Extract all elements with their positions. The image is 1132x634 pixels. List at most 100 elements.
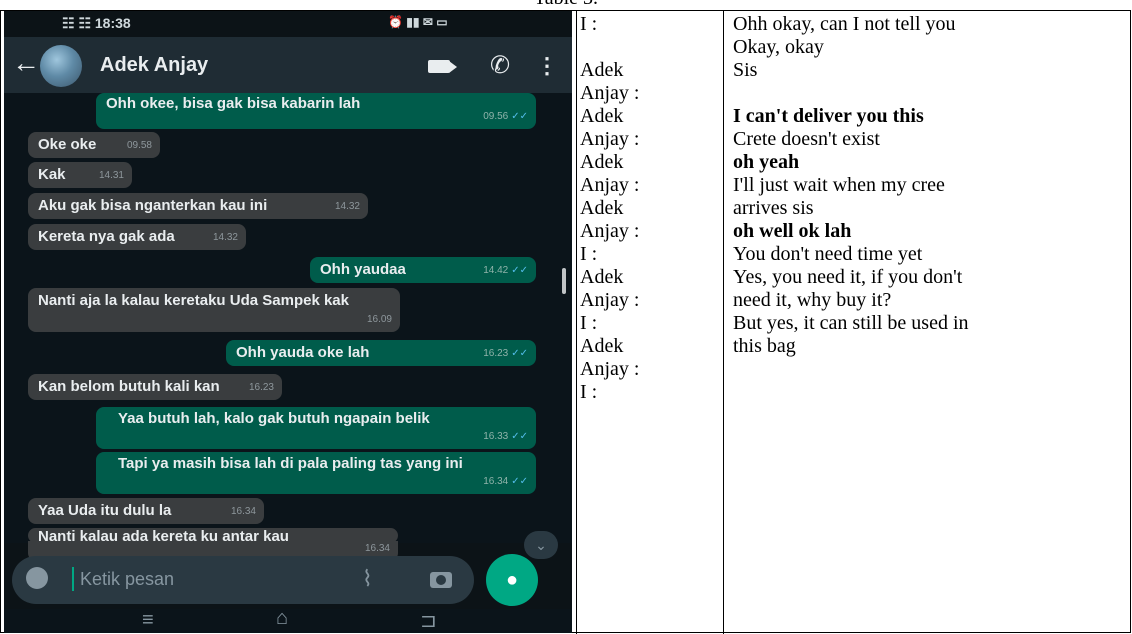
- message-bubble[interactable]: Oke oke 09.58: [28, 132, 160, 158]
- message-time: 16.23: [483, 348, 509, 359]
- message-bubble[interactable]: Kak 14.31: [28, 162, 132, 188]
- message-text: Kan belom butuh kali kan: [38, 378, 220, 395]
- translation-line: You don't need time yet: [733, 243, 923, 265]
- message-bubble[interactable]: Yaa butuh lah, kalo gak butuh ngapain be…: [96, 407, 536, 449]
- message-time: 14.32: [212, 232, 238, 243]
- translation-line: [733, 82, 969, 105]
- status-icons-right: ⏰ ▮▮ ✉ ▭: [388, 15, 448, 29]
- double-check-icon: ✓✓: [511, 265, 528, 276]
- phone-icon[interactable]: ✆: [490, 51, 510, 80]
- camera-icon[interactable]: [430, 572, 452, 588]
- message-input[interactable]: Ketik pesan ⌇: [12, 556, 474, 604]
- text-cursor: [72, 567, 74, 591]
- translation-line: arrives sis: [733, 197, 814, 219]
- speaker-label: [580, 36, 639, 59]
- translation-line: Sis: [733, 59, 758, 81]
- message-time: 16.33: [483, 431, 509, 442]
- speaker-label: Anjay :: [580, 174, 640, 196]
- status-bar: ☷ ☷ 18:38 ⏰ ▮▮ ✉ ▭: [4, 11, 572, 37]
- speaker-label: Anjay :: [580, 289, 640, 311]
- video-call-icon[interactable]: [428, 60, 457, 73]
- message-bubble[interactable]: Nanti aja la kalau keretaku Uda Sampek k…: [28, 288, 400, 332]
- message-time: 09.56: [483, 111, 509, 122]
- android-nav-bar: ≡ ⌂ ⊐: [4, 607, 572, 633]
- status-time: 18:38: [94, 15, 131, 31]
- message-time: 16.34: [483, 476, 509, 487]
- status-icons-left: ☷ ☷: [62, 15, 91, 31]
- column-divider: [723, 10, 724, 634]
- double-check-icon: ✓✓: [511, 348, 528, 359]
- message-bubble[interactable]: Ohh yaudaa 14.42 ✓✓: [310, 257, 536, 283]
- message-bubble[interactable]: Ohh okee, bisa gak bisa kabarin lah 09.5…: [96, 93, 536, 129]
- translation-line: But yes, it can still be used in: [733, 312, 969, 334]
- message-text: Aku gak bisa nganterkan kau ini: [38, 197, 268, 214]
- message-time: 14.32: [334, 201, 360, 212]
- message-text: Kak: [38, 166, 66, 183]
- translation-line: Okay, okay: [733, 36, 824, 58]
- message-time: 16.34: [230, 506, 256, 517]
- message-text: Ohh yauda oke lah: [236, 344, 370, 361]
- menu-icon[interactable]: ≡: [142, 609, 154, 632]
- message-time: 16.09: [366, 314, 392, 325]
- translation-line: oh yeah: [733, 151, 800, 173]
- chat-header: ← Adek Anjay ✆ ⋮: [4, 37, 572, 93]
- speaker-label: Adek: [580, 151, 624, 173]
- speaker-label: Anjay :: [580, 82, 640, 104]
- message-text: Tapi ya masih bisa lah di pala paling ta…: [118, 455, 463, 472]
- translation-line: Ohh okay, can I not tell you: [733, 13, 956, 35]
- message-text: Ohh okee, bisa gak bisa kabarin lah: [106, 95, 361, 112]
- speaker-label: Adek: [580, 197, 624, 219]
- scrollbar[interactable]: [562, 268, 566, 294]
- avatar[interactable]: [40, 45, 82, 87]
- message-text: Oke oke: [38, 136, 97, 153]
- translation-line: Crete doesn't exist: [733, 128, 880, 150]
- paperclip-icon[interactable]: ⌇: [362, 566, 373, 592]
- home-icon[interactable]: ⌂: [276, 607, 288, 630]
- scroll-down-button[interactable]: ⌄: [524, 531, 558, 559]
- translation-line: [733, 381, 969, 404]
- emoji-icon[interactable]: [26, 567, 48, 589]
- message-bubble[interactable]: Aku gak bisa nganterkan kau ini 14.32: [28, 193, 368, 219]
- speaker-label: Adek: [580, 105, 624, 127]
- message-bubble[interactable]: Kan belom butuh kali kan 16.23: [28, 374, 282, 400]
- speaker-label: Adek: [580, 266, 624, 288]
- speaker-label: I :: [580, 312, 598, 334]
- translation-line: [733, 358, 969, 381]
- message-list[interactable]: Ohh okee, bisa gak bisa kabarin lah 09.5…: [4, 93, 572, 543]
- contact-name[interactable]: Adek Anjay: [100, 54, 208, 77]
- speaker-label: Adek: [580, 335, 624, 357]
- message-time: 16.23: [248, 382, 274, 393]
- speaker-label: I :: [580, 243, 598, 265]
- message-text: Nanti aja la kalau keretaku Uda Sampek k…: [38, 292, 349, 309]
- translation-line: need it, why buy it?: [733, 289, 892, 311]
- message-text: Yaa Uda itu dulu la: [38, 502, 172, 519]
- microphone-icon[interactable]: ●: [486, 554, 538, 606]
- double-check-icon: ✓✓: [511, 476, 528, 487]
- translation-column: Ohh okay, can I not tell you Okay, okay Si…: [733, 13, 969, 404]
- more-vertical-icon[interactable]: ⋮: [536, 53, 558, 79]
- speaker-label: Anjay :: [580, 128, 640, 150]
- message-bubble[interactable]: Yaa Uda itu dulu la 16.34: [28, 498, 264, 524]
- arrow-left-icon[interactable]: ←: [12, 49, 40, 77]
- message-input-placeholder[interactable]: Ketik pesan: [80, 569, 174, 590]
- message-text: Kereta nya gak ada: [38, 228, 175, 245]
- message-time: 09.58: [126, 140, 152, 151]
- message-text: Ohh yaudaa: [320, 261, 406, 278]
- translation-line: I'll just wait when my cree: [733, 174, 945, 196]
- double-check-icon: ✓✓: [511, 111, 528, 122]
- message-time: 14.42: [483, 265, 509, 276]
- message-bubble[interactable]: Tapi ya masih bisa lah di pala paling ta…: [96, 452, 536, 494]
- speaker-label: Anjay :: [580, 358, 640, 380]
- speaker-label: Anjay :: [580, 220, 640, 242]
- translation-line: oh well ok lah: [733, 220, 852, 242]
- translation-line: Yes, you need it, if you don't: [733, 266, 963, 288]
- speaker-label: Adek: [580, 59, 624, 81]
- back-icon[interactable]: ⊐: [420, 608, 437, 633]
- double-check-icon: ✓✓: [511, 431, 528, 442]
- message-time: 14.31: [98, 170, 124, 181]
- table-caption: Table 3.: [0, 0, 1132, 10]
- message-text: Yaa butuh lah, kalo gak butuh ngapain be…: [118, 410, 430, 427]
- message-bubble[interactable]: Kereta nya gak ada 14.32: [28, 224, 246, 250]
- message-bubble[interactable]: Ohh yauda oke lah 16.23 ✓✓: [226, 340, 536, 366]
- whatsapp-screenshot: ☷ ☷ 18:38 ⏰ ▮▮ ✉ ▭ ← Adek Anjay ✆ ⋮ Ohh …: [4, 11, 572, 633]
